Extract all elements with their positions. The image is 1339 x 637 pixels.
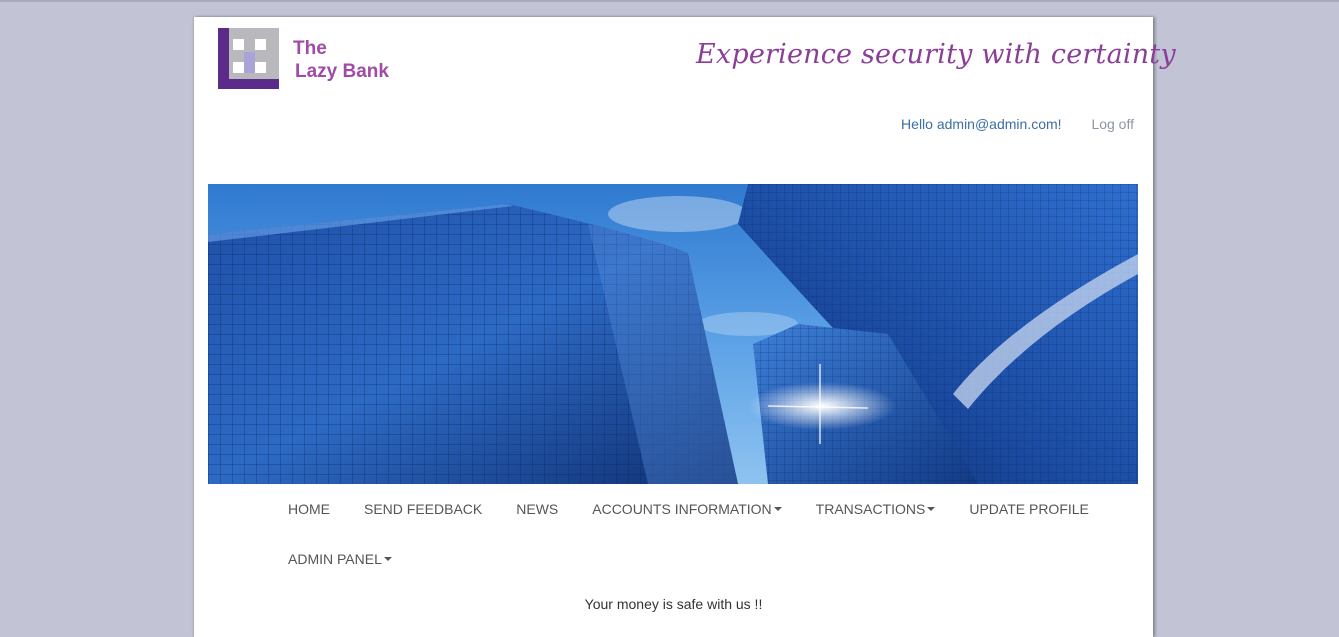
nav-send-feedback[interactable]: SEND FEEDBACK [364,501,482,517]
nav-admin-panel-label: ADMIN PANEL [288,551,382,567]
nav-transactions[interactable]: TRANSACTIONS [816,501,936,517]
tagline: Experience security with certainty [696,39,1176,70]
nav-transactions-label: TRANSACTIONS [815,501,926,517]
page-container: The Lazy Bank Experience security with c… [194,17,1176,637]
bank-name-line1: The [293,38,327,59]
nav-news-label: NEWS [516,501,559,517]
caret-down-icon [773,507,782,512]
nav-update-profile[interactable]: UPDATE PROFILE [969,501,1089,517]
browser-top-border [0,0,1339,2]
nav-accounts-information-label: ACCOUNTS INFORMATION [592,501,772,517]
nav-home-label: HOME [288,501,330,517]
log-off-link[interactable]: Log off [1091,116,1134,132]
safety-message: Your money is safe with us !! [584,596,763,612]
nav-accounts-information[interactable]: ACCOUNTS INFORMATION [592,501,782,517]
bank-name: The Lazy Bank [293,37,389,83]
nav-row-1: HOME SEND FEEDBACK NEWS ACCOUNTS INFORMA… [288,497,1118,521]
nav-admin-panel[interactable]: ADMIN PANEL [288,551,392,567]
caret-down-icon [927,507,936,512]
nav-home[interactable]: HOME [288,501,330,517]
user-greeting-link[interactable]: Hello admin@admin.com! [901,116,1062,132]
caret-down-icon [383,557,392,562]
hero-banner-image [208,184,1138,484]
bank-logo-icon [218,28,279,89]
main-nav: HOME SEND FEEDBACK NEWS ACCOUNTS INFORMA… [288,497,1118,597]
bank-name-line2: Lazy Bank [295,61,389,82]
nav-update-profile-label: UPDATE PROFILE [969,501,1089,517]
nav-news[interactable]: NEWS [516,501,558,517]
user-area: Hello admin@admin.com! Log off [901,116,1134,132]
nav-row-2: ADMIN PANEL [288,547,1118,571]
nav-send-feedback-label: SEND FEEDBACK [364,501,483,517]
